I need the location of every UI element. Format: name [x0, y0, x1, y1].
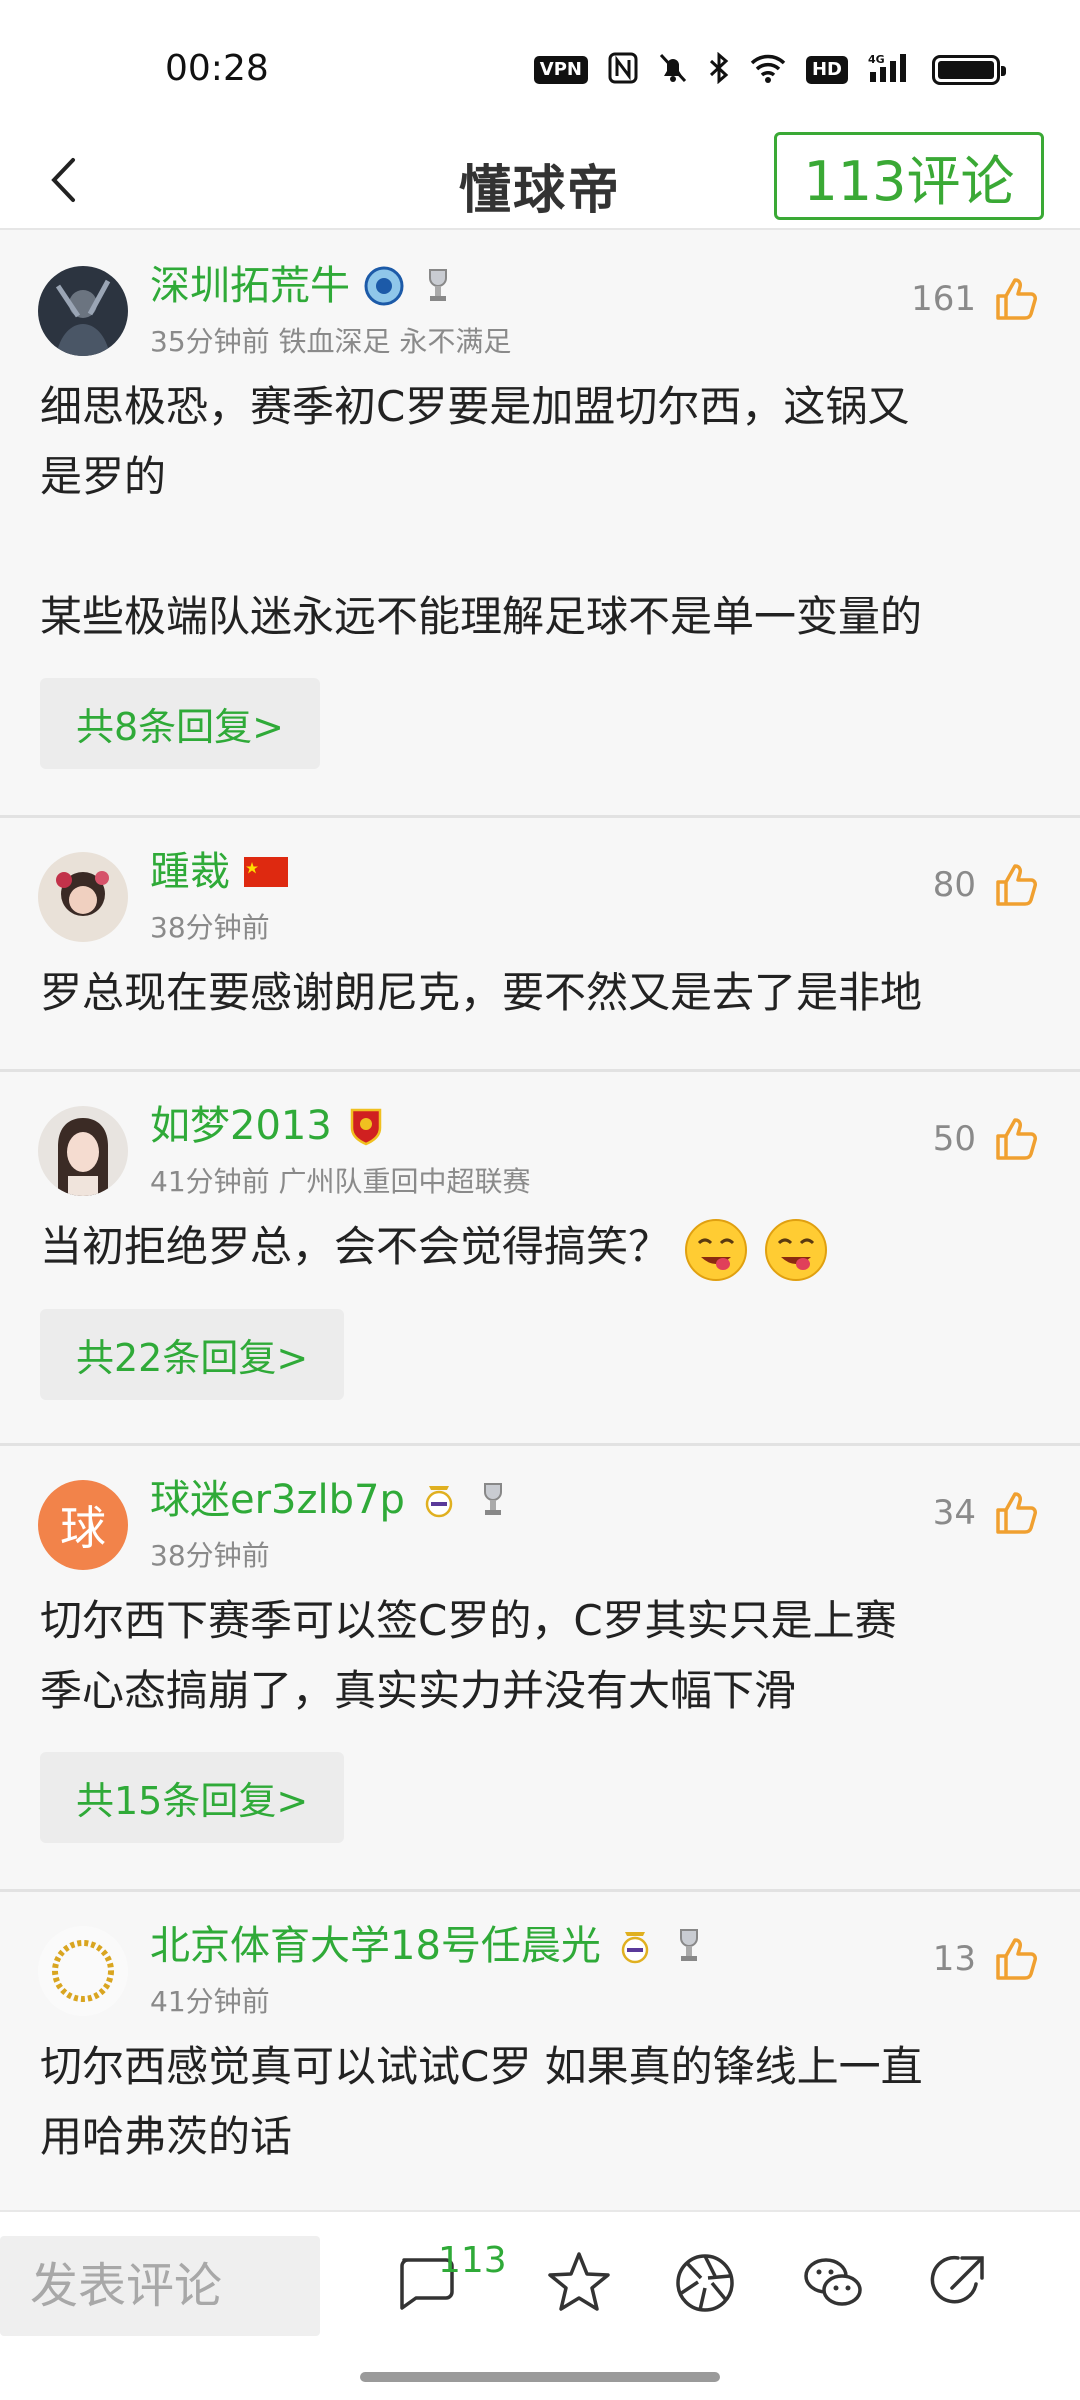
comment-line: 某些极端队迷永远不能理解足球不是单一变量的	[40, 592, 923, 641]
thumbs-up-icon	[992, 274, 1042, 324]
battery-icon	[932, 55, 1006, 85]
thumbs-up-icon	[992, 1488, 1042, 1538]
username[interactable]: 踵裁	[150, 848, 230, 896]
avatar[interactable]	[38, 1106, 128, 1196]
view-replies-button[interactable]: 共22条回复>	[40, 1308, 345, 1400]
comment-text: 切尔西感觉真可以试试C罗 如果真的锋线上一直 用哈弗茨的话	[40, 2032, 1050, 2172]
comment-item: 如梦2013 41分钟前 广州队重回中超联赛 50 当初拒绝罗总，会不会觉得搞笑…	[0, 1072, 1080, 1446]
comment-text: 当初拒绝罗总，会不会觉得搞笑？	[40, 1212, 1050, 1283]
comment-meta: 38分钟前	[150, 911, 270, 944]
avatar-initial: 球	[60, 1501, 106, 1555]
share-arrow-icon	[930, 2255, 984, 2304]
comment-item: 踵裁 38分钟前 80 罗总现在要感谢朗尼克，要不然又是去了是非地	[0, 818, 1080, 1072]
comment-text: 切尔西下赛季可以签C罗的，C罗其实只是上赛 季心态搞崩了，真实实力并没有大幅下滑	[40, 1586, 1050, 1726]
star-icon	[548, 2252, 610, 2311]
like-button[interactable]: 13	[933, 1934, 1042, 1984]
comment-line: 用哈弗茨的话	[40, 2112, 293, 2161]
username-row: 球迷er3zlb7p	[150, 1476, 513, 1524]
comment-meta: 38分钟前	[150, 1539, 270, 1572]
like-button[interactable]: 50	[933, 1114, 1042, 1164]
thumbs-up-icon	[992, 860, 1042, 910]
bluetooth-icon	[708, 51, 730, 88]
trophy-icon	[418, 266, 458, 306]
favorite-button[interactable]	[544, 2248, 614, 2318]
like-button[interactable]: 161	[911, 274, 1042, 324]
view-replies-button[interactable]: 共15条回复>	[40, 1752, 345, 1843]
username[interactable]: 如梦2013	[150, 1102, 332, 1150]
wifi-icon	[750, 53, 786, 87]
trophy-icon	[669, 1926, 709, 1966]
like-button[interactable]: 80	[933, 860, 1042, 910]
comment-list: 深圳拓荒牛 35分钟前 铁血深足 永不满足 161 细思极恐，赛季初C罗要是加盟…	[0, 232, 1080, 2212]
hd-icon: HD	[805, 56, 848, 84]
mute-icon	[658, 52, 688, 88]
comment-input[interactable]: 发表评论	[0, 2236, 320, 2336]
avatar[interactable]: 球	[38, 1480, 128, 1570]
wechat-icon	[804, 2258, 862, 2306]
username-row: 如梦2013	[150, 1102, 386, 1150]
status-time: 00:28	[165, 48, 269, 89]
comment-item: 北京体育大学18号任晨光 41分钟前 13 切尔西感觉真可以试试C罗 如果真的锋…	[0, 1892, 1080, 2212]
username-row: 北京体育大学18号任晨光	[150, 1922, 709, 1970]
avatar[interactable]	[38, 266, 128, 356]
comment-meta: 35分钟前 铁血深足 永不满足	[150, 325, 512, 358]
comment-line: 切尔西感觉真可以试试C罗 如果真的锋线上一直	[40, 2042, 923, 2091]
like-button[interactable]: 34	[933, 1488, 1042, 1538]
comment-meta: 41分钟前 广州队重回中超联赛	[150, 1165, 531, 1198]
username-row: 踵裁	[150, 848, 288, 896]
comment-meta: 41分钟前	[150, 1985, 270, 2018]
signal-icon: 4G	[868, 52, 912, 88]
moments-share-button[interactable]	[670, 2248, 740, 2318]
thumbs-up-icon	[992, 1934, 1042, 1984]
comment-line: 罗总现在要感谢朗尼克，要不然又是去了是非地	[40, 968, 923, 1017]
username[interactable]: 深圳拓荒牛	[150, 262, 350, 310]
like-count: 161	[911, 279, 976, 319]
username[interactable]: 球迷er3zlb7p	[150, 1476, 405, 1524]
trophy-icon	[473, 1480, 513, 1520]
comment-line: 切尔西下赛季可以签C罗的，C罗其实只是上赛	[40, 1596, 897, 1645]
real-madrid-badge-icon	[419, 1480, 459, 1520]
comment-line	[40, 512, 1040, 582]
like-count: 50	[932, 1119, 976, 1159]
nfc-icon	[608, 52, 638, 88]
comment-item: 深圳拓荒牛 35分钟前 铁血深足 永不满足 161 细思极恐，赛季初C罗要是加盟…	[0, 232, 1080, 818]
vpn-icon: VPN	[533, 56, 588, 84]
share-button[interactable]	[922, 2248, 992, 2318]
comment-line: 季心态搞崩了，真实实力并没有大幅下滑	[40, 1666, 797, 1715]
yummy-face-emoji-icon	[683, 1217, 749, 1283]
svg-text:4G: 4G	[868, 53, 885, 66]
username-row: 深圳拓荒牛	[150, 262, 458, 310]
comment-text: 罗总现在要感谢朗尼克，要不然又是去了是非地	[40, 958, 1050, 1028]
header: 懂球帝 113评论	[0, 130, 1080, 230]
man-city-badge-icon	[364, 266, 404, 306]
comment-line: 细思极恐，赛季初C罗要是加盟切尔西，这锅又	[40, 382, 910, 431]
home-indicator[interactable]	[360, 2372, 720, 2382]
username[interactable]: 北京体育大学18号任晨光	[150, 1922, 601, 1970]
avatar[interactable]	[38, 852, 128, 942]
comment-line-text: 当初拒绝罗总，会不会觉得搞笑？	[40, 1222, 671, 1271]
comment-line: 当初拒绝罗总，会不会觉得搞笑？	[40, 1212, 1040, 1283]
comment-count-button[interactable]: 113评论	[774, 132, 1044, 220]
comment-item: 球 球迷er3zlb7p 38分钟前 34 切尔西下赛季可以签C罗的，C罗其实只…	[0, 1446, 1080, 1892]
bottom-action-bar: 发表评论 113	[0, 2210, 1080, 2400]
yummy-face-emoji-icon	[763, 1217, 829, 1283]
camera-aperture-icon	[676, 2254, 734, 2312]
china-flag-icon	[244, 857, 288, 887]
status-icons: VPN HD 4G	[533, 51, 1006, 88]
guangzhou-fc-badge-icon	[346, 1106, 386, 1146]
real-madrid-badge-icon	[615, 1926, 655, 1966]
like-count: 34	[932, 1493, 976, 1533]
thumbs-up-icon	[992, 1114, 1042, 1164]
avatar[interactable]	[38, 1926, 128, 2016]
comment-line: 是罗的	[40, 452, 167, 501]
comment-count-badge: 113	[438, 2240, 507, 2281]
like-count: 80	[932, 865, 976, 905]
status-bar: 00:28 VPN HD 4G	[0, 0, 1080, 130]
like-count: 13	[932, 1939, 976, 1979]
comment-text: 细思极恐，赛季初C罗要是加盟切尔西，这锅又 是罗的 某些极端队迷永远不能理解足球…	[40, 372, 1050, 652]
wechat-share-button[interactable]	[798, 2248, 868, 2318]
view-replies-button[interactable]: 共8条回复>	[40, 678, 321, 769]
